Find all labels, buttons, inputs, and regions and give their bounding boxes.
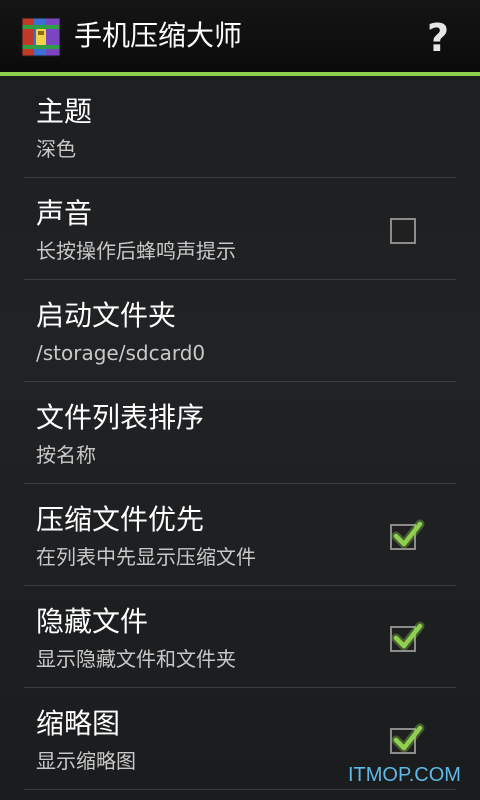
setting-summary: 长按操作后蜂鸣声提示 — [36, 239, 236, 263]
app-title: 手机压缩大师 — [74, 19, 243, 52]
setting-theme[interactable]: 主题 深色 — [24, 76, 456, 178]
setting-hidden-files[interactable]: 隐藏文件 显示隐藏文件和文件夹 — [24, 586, 456, 688]
setting-title: 文件列表排序 — [36, 401, 205, 434]
setting-summary: 显示隐藏文件和文件夹 — [36, 647, 236, 671]
action-bar: 手机压缩大师 ? — [0, 0, 480, 72]
setting-title: 主题 — [36, 95, 93, 128]
setting-start-folder[interactable]: 启动文件夹 /storage/sdcard0 — [24, 280, 456, 382]
winrar-books-icon — [21, 17, 61, 57]
checkmark-icon — [391, 723, 425, 753]
settings-screen: 手机压缩大师 ? 主题 深色 声音 长按操作后蜂鸣声提示 启动文件夹 /stor… — [0, 0, 480, 800]
setting-summary: 按名称 — [36, 443, 96, 467]
watermark: ITMOP.COM — [348, 764, 461, 786]
setting-summary: 显示缩略图 — [36, 749, 136, 773]
setting-summary: /storage/sdcard0 — [36, 341, 206, 365]
setting-title: 声音 — [36, 197, 93, 230]
sound-checkbox[interactable] — [390, 218, 416, 244]
settings-list: 主题 深色 声音 长按操作后蜂鸣声提示 启动文件夹 /storage/sdcar… — [0, 76, 480, 790]
setting-title: 压缩文件优先 — [36, 503, 205, 536]
setting-title: 启动文件夹 — [36, 299, 177, 332]
hidden-files-checkbox[interactable] — [390, 621, 425, 652]
checkmark-icon — [391, 621, 425, 651]
setting-archives-first[interactable]: 压缩文件优先 在列表中先显示压缩文件 — [24, 484, 456, 586]
thumbnails-checkbox[interactable] — [390, 723, 425, 754]
setting-summary: 深色 — [36, 137, 76, 161]
setting-sort-order[interactable]: 文件列表排序 按名称 — [24, 382, 456, 484]
help-button[interactable]: ? — [416, 14, 460, 62]
setting-title: 缩略图 — [36, 707, 121, 740]
setting-summary: 在列表中先显示压缩文件 — [36, 545, 256, 569]
archives-first-checkbox[interactable] — [390, 519, 425, 550]
checkmark-icon — [391, 519, 425, 549]
setting-sound[interactable]: 声音 长按操作后蜂鸣声提示 — [24, 178, 456, 280]
setting-title: 隐藏文件 — [36, 605, 149, 638]
